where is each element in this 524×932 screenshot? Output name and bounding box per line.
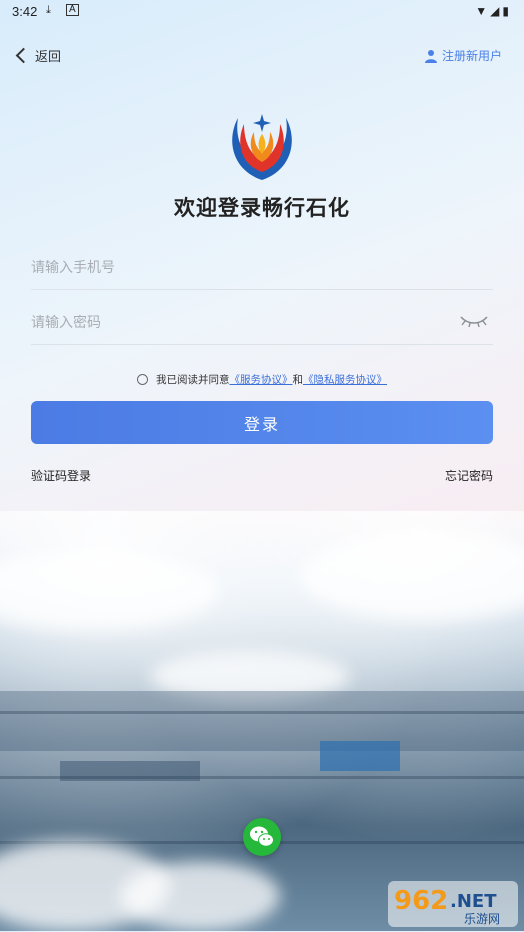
svg-text:乐游网: 乐游网 — [464, 912, 500, 926]
background-refinery-image — [0, 511, 524, 931]
register-button[interactable]: 注册新用户 — [424, 47, 502, 64]
back-button[interactable]: 返回 — [15, 46, 62, 65]
wechat-icon — [250, 826, 274, 847]
back-label: 返回 — [35, 49, 62, 64]
person-icon — [424, 49, 437, 63]
battery-icon: ▮ — [502, 4, 512, 18]
wechat-login-button[interactable] — [243, 818, 281, 856]
svg-text:.NET: .NET — [450, 891, 497, 912]
agreement-checkbox[interactable] — [137, 374, 148, 385]
agreement-prefix: 我已阅读并同意 — [156, 374, 230, 386]
phone-input[interactable] — [31, 245, 451, 289]
chevron-left-icon — [15, 47, 32, 64]
service-agreement-link[interactable]: 《服务协议》 — [230, 372, 293, 387]
status-icons: ▼◢▮ — [475, 4, 512, 18]
phone-field-container — [31, 245, 493, 290]
agreement-row: 我已阅读并同意 《服务协议》 和 《隐私服务协议》 — [0, 372, 524, 387]
welcome-title: 欢迎登录畅行石化 — [174, 195, 350, 220]
status-time: 3:42 — [12, 4, 38, 19]
app-logo — [232, 114, 292, 180]
app-notification-icon: A — [66, 4, 79, 16]
password-field-container — [31, 300, 493, 345]
agreement-conjunction: 和 — [292, 374, 304, 386]
site-watermark: 962 .NET 乐游网 — [388, 881, 518, 927]
download-icon: ⤓ — [46, 4, 51, 16]
forgot-password-link[interactable]: 忘记密码 — [445, 467, 493, 484]
register-label: 注册新用户 — [441, 49, 502, 63]
eye-closed-icon[interactable] — [459, 312, 489, 330]
signal-icon: ◢ — [490, 4, 503, 18]
svg-text:962: 962 — [394, 886, 448, 916]
status-bar: 3:42 ⤓ A ▼◢▮ — [0, 0, 524, 24]
privacy-agreement-link[interactable]: 《隐私服务协议》 — [303, 372, 387, 387]
login-button[interactable]: 登录 — [31, 401, 493, 444]
wifi-icon: ▼ — [475, 4, 491, 18]
sms-login-link[interactable]: 验证码登录 — [31, 467, 91, 484]
watermark-logo: 962 .NET 乐游网 — [388, 881, 518, 927]
password-input[interactable] — [31, 300, 451, 344]
